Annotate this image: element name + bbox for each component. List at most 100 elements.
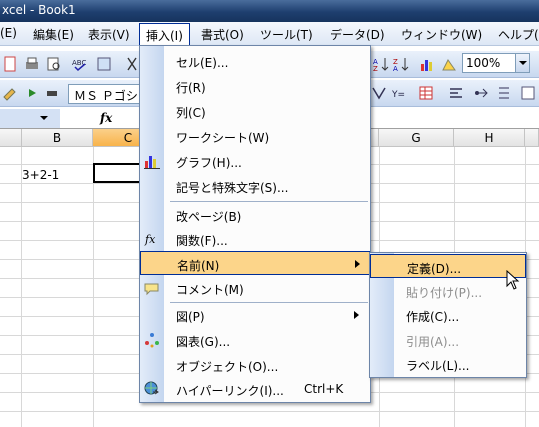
zoom-select[interactable]: 100% <box>462 53 530 73</box>
column-header-h[interactable]: H <box>454 129 525 147</box>
menu-item-label: セル(E)... <box>176 56 229 70</box>
menu-item-label: 貼り付け(P)... <box>406 286 483 300</box>
sort-ascending-icon[interactable]: AZ <box>373 56 389 72</box>
menu-item-rows[interactable]: 行(R) <box>140 74 370 98</box>
cell-b2[interactable]: 3+2-1 <box>22 168 59 182</box>
svg-text:Z: Z <box>373 65 378 72</box>
menu-item-cells[interactable]: セル(E)... <box>140 49 370 73</box>
drawing-icon[interactable] <box>441 56 457 72</box>
menu-edit[interactable]: 編集(E) <box>33 26 74 43</box>
svg-text:A: A <box>393 65 398 72</box>
menu-item-comment[interactable]: コメント(M) <box>140 276 370 300</box>
submenu-item-create[interactable]: 作成(C)... <box>370 303 526 327</box>
name-submenu: 定義(D)... 貼り付け(P)... 作成(C)... 引用(A)... ラベ… <box>369 252 527 378</box>
menu-insert[interactable]: 挿入(I) <box>139 23 190 45</box>
menu-item-label: ハイパーリンク(I)... <box>176 384 284 398</box>
menu-item-label: コメント(M) <box>176 283 244 297</box>
window-title: xcel - Book1 <box>2 3 76 17</box>
menu-item-worksheet[interactable]: ワークシート(W) <box>140 124 370 148</box>
sort-descending-icon[interactable]: ZA <box>393 56 409 72</box>
menu-tools[interactable]: ツール(T) <box>260 26 313 43</box>
format-icon[interactable] <box>371 85 387 101</box>
menu-item-label: 引用(A)... <box>406 335 460 349</box>
grid-line <box>0 411 539 412</box>
column-header-g[interactable]: G <box>379 129 454 147</box>
menu-item-name[interactable]: 名前(N) <box>140 251 370 275</box>
menu-item-chart[interactable]: グラフ(H)... <box>140 149 370 173</box>
menu-item-label: 改ページ(B) <box>176 210 242 224</box>
menu-item-label: 図表(G)... <box>176 335 231 349</box>
research-icon[interactable] <box>96 56 112 72</box>
menu-item-symbol[interactable]: 記号と特殊文字(S)... <box>140 174 370 198</box>
submenu-arrow-icon <box>355 260 360 268</box>
zoom-value: 100% <box>466 56 501 70</box>
menu-item-picture[interactable]: 図(P) <box>140 303 370 327</box>
font-name-value: ＭＳ Ｐゴシ <box>74 89 138 103</box>
menu-item-hyperlink[interactable]: ハイパーリンク(I)... Ctrl+K <box>140 377 370 401</box>
play-icon[interactable] <box>24 85 40 101</box>
print-preview-icon[interactable] <box>46 56 62 72</box>
svg-text:fx: fx <box>144 233 156 246</box>
mouse-cursor-icon <box>506 270 520 290</box>
menu-item-page-break[interactable]: 改ページ(B) <box>140 203 370 227</box>
menu-item-label: 作成(C)... <box>406 310 460 324</box>
evaluate-icon[interactable] <box>520 85 536 101</box>
chevron-down-icon[interactable] <box>515 54 529 72</box>
menu-item-label: ラベル(L)... <box>406 359 470 373</box>
font-name-select[interactable]: ＭＳ Ｐゴシ <box>68 84 144 104</box>
cut-icon[interactable] <box>124 56 140 72</box>
name-box[interactable] <box>0 109 60 128</box>
spelling-icon[interactable]: ABC <box>72 56 88 72</box>
submenu-item-define[interactable]: 定義(D)... <box>370 254 526 278</box>
menu-item-label: 列(C) <box>176 106 206 120</box>
trace-dependents-icon[interactable] <box>472 85 488 101</box>
comment-icon <box>144 283 159 296</box>
menu-item-label: 名前(N) <box>177 259 220 273</box>
grid-line <box>93 147 94 427</box>
paint-icon[interactable] <box>2 85 18 101</box>
column-header-b[interactable]: B <box>22 129 93 147</box>
function-icon[interactable]: fx <box>100 111 112 125</box>
submenu-item-label[interactable]: ラベル(L)... <box>370 352 526 376</box>
menu-bar: (E) 編集(E) 表示(V) 挿入(I) 書式(O) ツール(T) データ(D… <box>0 22 539 46</box>
filter-icon[interactable]: Y= <box>392 85 408 101</box>
menu-separator <box>170 201 368 202</box>
submenu-item-paste: 貼り付け(P)... <box>370 279 526 303</box>
table-format-icon[interactable] <box>418 85 434 101</box>
diagram-icon <box>145 333 159 348</box>
chart-icon <box>144 156 160 169</box>
hyperlink-icon <box>144 381 159 395</box>
menu-item-label: 行(R) <box>176 81 206 95</box>
menu-help[interactable]: ヘルプ( <box>498 26 539 43</box>
menu-item-object[interactable]: オブジェクト(O)... <box>140 353 370 377</box>
print-icon[interactable] <box>24 56 40 72</box>
new-icon[interactable] <box>2 56 18 72</box>
active-cell[interactable] <box>93 163 143 183</box>
menu-item-label: オブジェクト(O)... <box>176 360 279 374</box>
menu-window[interactable]: ウィンドウ(W) <box>401 26 482 43</box>
stop-icon[interactable] <box>44 85 60 101</box>
menu-data[interactable]: データ(D) <box>330 26 385 43</box>
column-header-i[interactable] <box>525 129 539 147</box>
svg-text:ABC: ABC <box>72 59 86 67</box>
menu-item-diagram[interactable]: 図表(G)... <box>140 328 370 352</box>
menu-file[interactable]: (E) <box>0 26 17 40</box>
title-bar: xcel - Book1 <box>0 0 539 22</box>
menu-item-label: 記号と特殊文字(S)... <box>176 181 289 195</box>
trace-precedents-icon[interactable] <box>448 85 464 101</box>
function-icon: fx <box>144 233 156 246</box>
chevron-down-icon[interactable] <box>40 116 48 120</box>
insert-menu: セル(E)... 行(R) 列(C) ワークシート(W) グラフ(H)... 記… <box>139 45 371 403</box>
menu-item-label: ワークシート(W) <box>176 131 270 145</box>
menu-item-label: 定義(D)... <box>407 262 462 276</box>
menu-item-function[interactable]: fx 関数(F)... <box>140 227 370 251</box>
remove-arrows-icon[interactable] <box>496 85 512 101</box>
svg-text:Y=: Y= <box>392 90 405 100</box>
chart-wizard-icon[interactable] <box>419 56 435 72</box>
select-all-corner[interactable] <box>0 129 22 147</box>
menu-view[interactable]: 表示(V) <box>88 26 130 43</box>
menu-item-columns[interactable]: 列(C) <box>140 99 370 123</box>
menu-item-shortcut: Ctrl+K <box>304 382 344 396</box>
menu-item-label: 図(P) <box>176 310 205 324</box>
menu-format[interactable]: 書式(O) <box>201 26 244 43</box>
